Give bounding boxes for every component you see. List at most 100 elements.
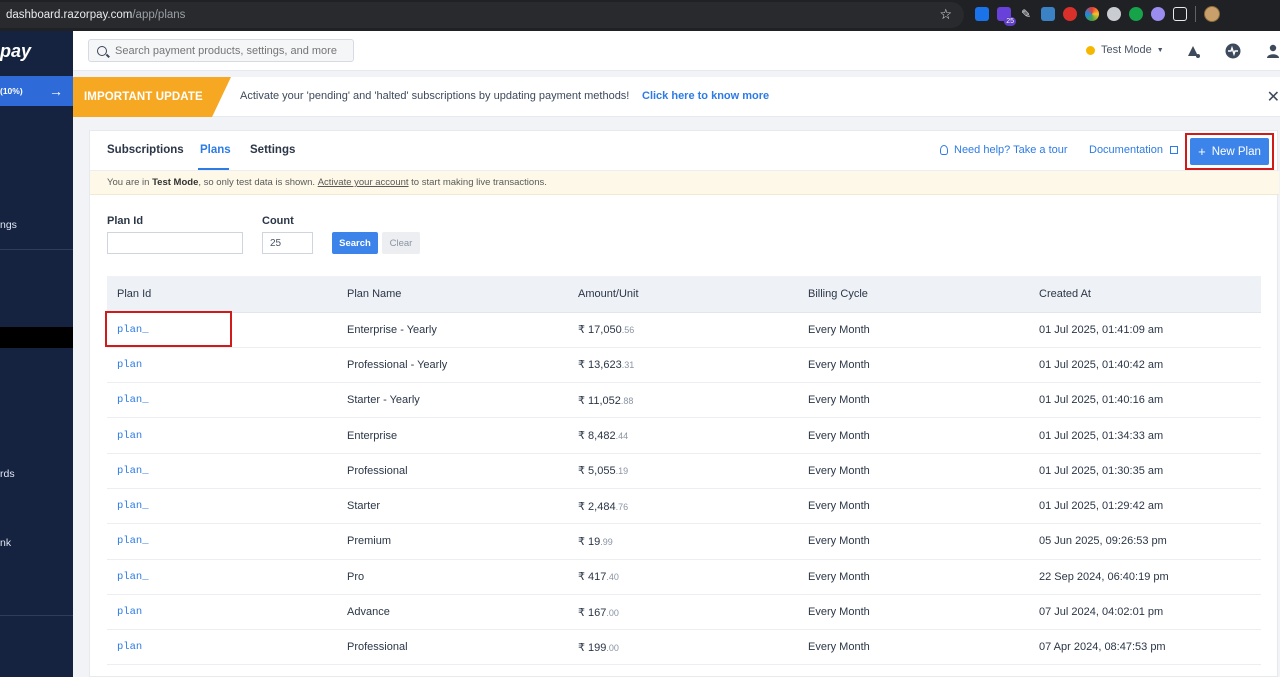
extension-icon[interactable] <box>975 7 989 21</box>
plan-id-link[interactable]: plan_ <box>107 382 337 419</box>
plan-id-link[interactable]: plan_ <box>107 559 337 595</box>
billing-cycle-cell: Every Month <box>798 347 1029 384</box>
activity-icon[interactable] <box>1225 43 1241 59</box>
clear-button[interactable]: Clear <box>382 232 420 254</box>
amount-cents: .00 <box>606 607 619 618</box>
test-mode-toggle[interactable]: Test Mode ▼ <box>1086 44 1164 56</box>
table-row[interactable]: plan_ Starter ₹ 2,484.76 Every Month 01 Jul … <box>107 488 1261 525</box>
amount-cents: .99 <box>600 536 613 547</box>
extension-icon[interactable] <box>1151 7 1165 21</box>
billing-cycle-cell: Every Month <box>798 559 1029 595</box>
user-icon[interactable] <box>1265 43 1280 59</box>
billing-cycle-cell: Every Month <box>798 382 1029 419</box>
table-row[interactable]: plan Professional ₹ 199.00 Every Month 07 Ap… <box>107 629 1261 666</box>
plan-id-link[interactable]: plan <box>107 417 337 454</box>
created-at-cell: 01 Jul 2025, 01:40:16 am <box>1029 382 1261 419</box>
plan-id-link[interactable]: plan <box>107 347 337 384</box>
bookmark-star-icon[interactable]: ☆ <box>939 6 952 23</box>
notice-text: , so only test data is shown. <box>198 177 316 188</box>
column-header-created-at[interactable]: Created At <box>1029 276 1261 313</box>
banner-tag-text: IMPORTANT UPDATE <box>84 91 203 103</box>
notice-text: to start making live transactions. <box>411 177 547 188</box>
amount-value: ₹ 19 <box>578 535 601 548</box>
plan-id-link[interactable]: plan_ <box>107 488 337 525</box>
extension-icon[interactable] <box>1129 7 1143 21</box>
extension-icon[interactable] <box>1107 7 1121 21</box>
amount-cell: ₹ 8,482.44 <box>568 417 798 454</box>
plan-id-link[interactable]: plan <box>107 629 337 666</box>
plan-id-link[interactable]: plan_ <box>107 312 337 348</box>
amount-cell: ₹ 19.99 <box>568 523 798 560</box>
column-header-plan-name[interactable]: Plan Name <box>337 276 568 313</box>
sidebar-promo-text: (10%) <box>0 86 23 96</box>
table-row[interactable]: plan Advance ₹ 167.00 Every Month 07 Jul 202… <box>107 594 1261 631</box>
activate-account-link[interactable]: Activate your account <box>318 177 409 188</box>
count-label: Count <box>262 215 294 227</box>
amount-cents: .00 <box>606 642 619 653</box>
created-at-cell: 07 Jul 2024, 04:02:01 pm <box>1029 594 1261 631</box>
plan-name-cell: Starter <box>337 488 568 525</box>
plan-id-link[interactable]: plan <box>107 594 337 631</box>
count-input[interactable] <box>262 232 313 254</box>
sidebar-promo[interactable]: (10%) → <box>0 76 73 106</box>
plan-name-cell: Premium <box>337 523 568 560</box>
sidebar-item-bank[interactable]: nk <box>0 537 11 549</box>
extensions-puzzle-icon[interactable] <box>1173 7 1187 21</box>
banner-learn-more-link[interactable]: Click here to know more <box>642 90 769 102</box>
amount-cell: ₹ 167.00 <box>568 594 798 631</box>
sidebar-divider <box>0 615 73 616</box>
table-row[interactable]: plan Enterprise ₹ 8,482.44 Every Month 01 Ju… <box>107 417 1261 454</box>
amount-value: ₹ 2,484 <box>578 500 616 513</box>
tab-subscriptions[interactable]: Subscriptions <box>107 144 184 156</box>
extension-icon[interactable] <box>1063 7 1077 21</box>
table-row[interactable]: plan_ Enterprise - Yearly ₹ 17,050.56 Every… <box>107 312 1261 348</box>
external-link-icon <box>1170 146 1178 154</box>
column-header-billing-cycle[interactable]: Billing Cycle <box>798 276 1029 313</box>
table-row[interactable]: plan_ Professional ₹ 5,055.19 Every Month 01… <box>107 453 1261 489</box>
mode-label: Test Mode <box>1101 44 1152 56</box>
table-row[interactable]: plan_ Starter - Yearly ₹ 11,052.88 Every Mo… <box>107 382 1261 419</box>
amount-cell: ₹ 5,055.19 <box>568 453 798 489</box>
amount-value: ₹ 5,055 <box>578 465 616 478</box>
amount-cell: ₹ 2,484.76 <box>568 488 798 525</box>
help-tour-label: Need help? Take a tour <box>954 144 1068 156</box>
amount-cents: .76 <box>615 501 629 512</box>
pen-extension-icon[interactable]: ✎ <box>1019 7 1033 21</box>
close-icon[interactable]: ✕ <box>1267 87 1280 107</box>
sidebar-item-cards[interactable]: rds <box>0 468 15 480</box>
amount-value: ₹ 11,052 <box>578 394 621 407</box>
created-at-cell: 07 Apr 2024, 08:47:53 pm <box>1029 629 1261 666</box>
search-button[interactable]: Search <box>332 232 378 254</box>
amount-value: ₹ 13,623 <box>578 359 622 372</box>
documentation-link[interactable]: Documentation <box>1089 144 1178 156</box>
extension-icon[interactable] <box>1041 7 1055 21</box>
plan-id-link[interactable]: plan_ <box>107 453 337 489</box>
plan-id-input[interactable] <box>107 232 243 254</box>
color-picker-extension-icon[interactable] <box>1085 7 1099 21</box>
table-row[interactable]: plan_ Pro ₹ 417.40 Every Month 22 Sep 2024, … <box>107 559 1261 595</box>
amount-cents: .31 <box>621 360 635 371</box>
address-bar[interactable]: dashboard.razorpay.com/app/plans ☆ <box>0 2 964 28</box>
search-input[interactable] <box>115 44 345 57</box>
table-row[interactable]: plan_ Premium ₹ 19.99 Every Month 05 Jun 202… <box>107 523 1261 560</box>
column-header-amount[interactable]: Amount/Unit <box>568 276 798 313</box>
help-tour-link[interactable]: Need help? Take a tour <box>940 144 1068 156</box>
toolbar-divider <box>1195 6 1196 22</box>
tab-settings[interactable]: Settings <box>250 144 295 156</box>
sidebar-item-settings[interactable]: ngs <box>0 219 17 231</box>
column-header-plan-id[interactable]: Plan Id <box>107 276 337 313</box>
amount-cents: .44 <box>615 431 629 442</box>
search-bar[interactable] <box>88 39 354 62</box>
tab-plans[interactable]: Plans <box>200 144 231 156</box>
amount-cell: ₹ 417.40 <box>568 559 798 595</box>
new-plan-highlight: + New Plan <box>1185 133 1274 170</box>
lightbulb-icon <box>940 145 948 155</box>
amount-value: ₹ 417 <box>578 571 607 584</box>
announcement-icon[interactable] <box>1185 43 1201 59</box>
new-plan-button[interactable]: + New Plan <box>1190 138 1269 165</box>
extension-icon[interactable]: 25 <box>997 7 1016 26</box>
table-row[interactable]: plan Professional - Yearly ₹ 13,623.31 Ever… <box>107 347 1261 384</box>
profile-avatar[interactable] <box>1204 6 1220 22</box>
plan-id-link[interactable]: plan_ <box>107 523 337 560</box>
sidebar-active-item[interactable] <box>0 327 73 348</box>
